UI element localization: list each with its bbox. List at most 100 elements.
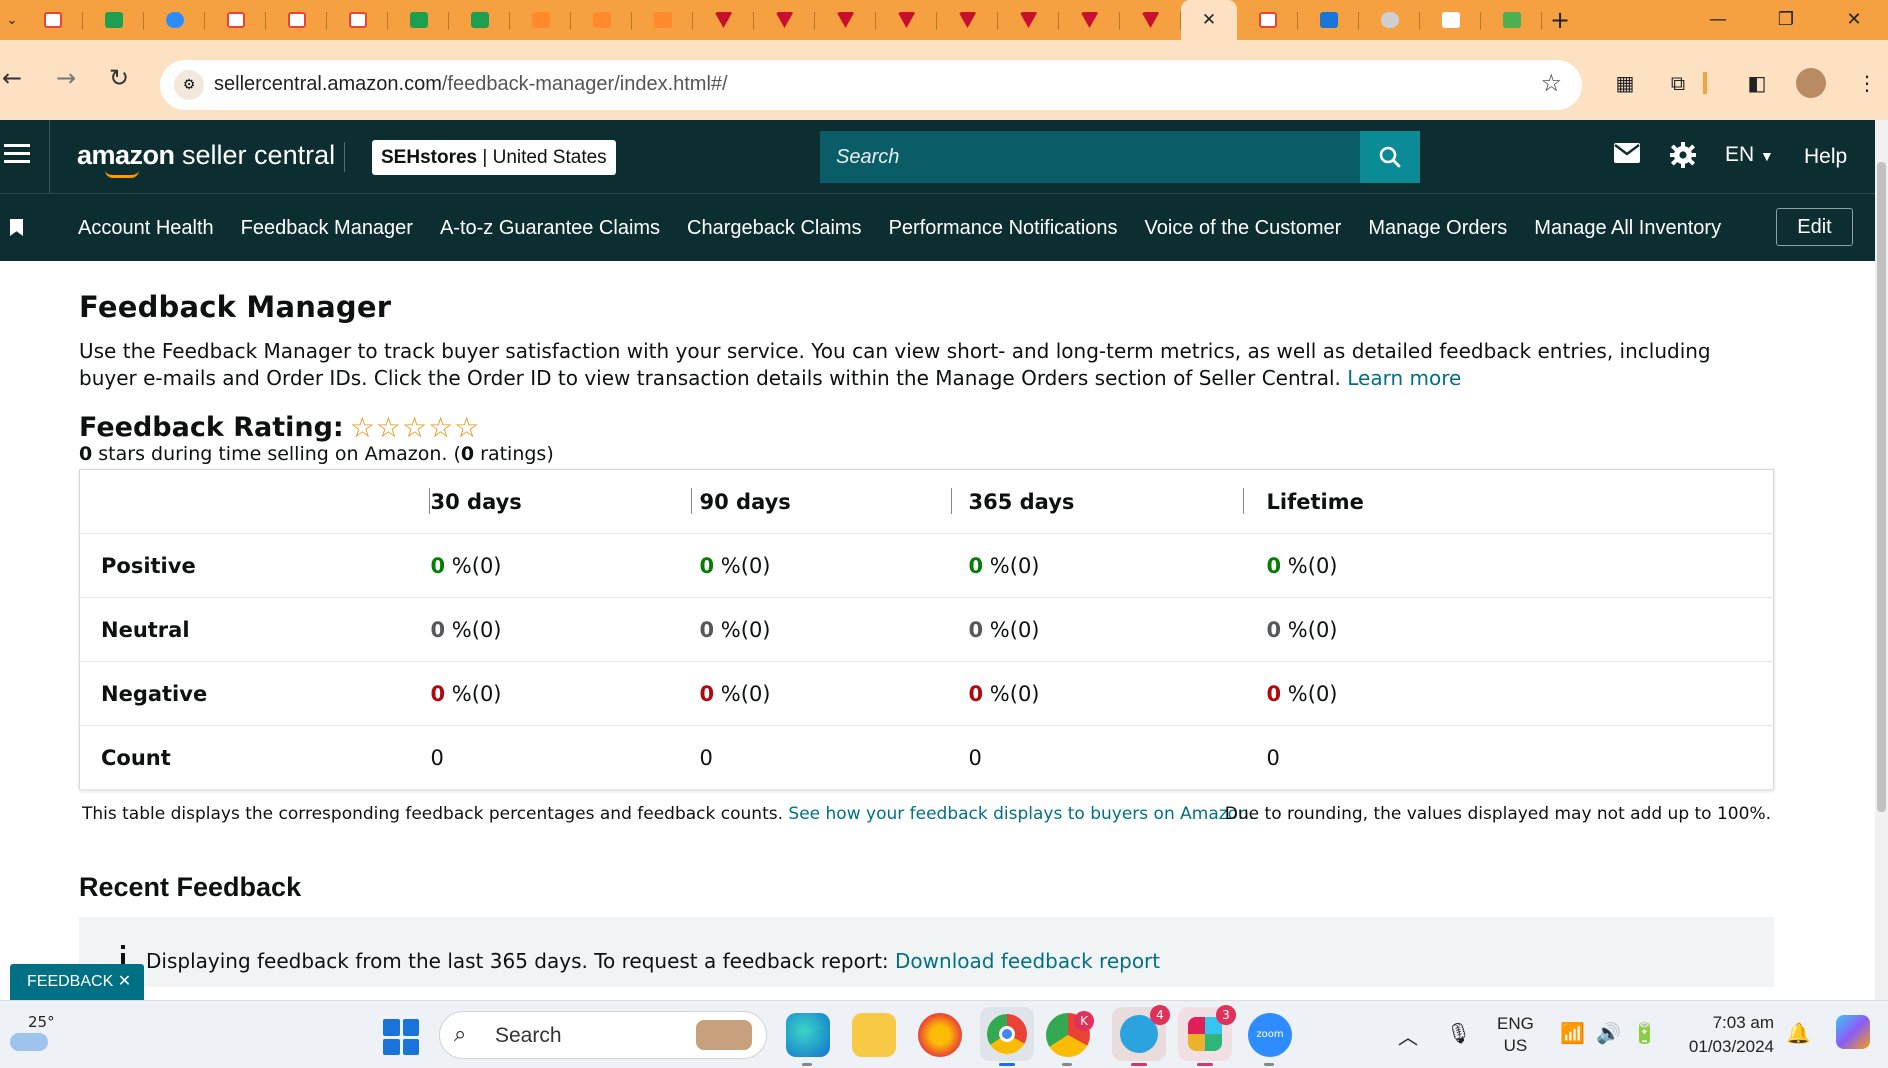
chrome-profile-icon[interactable]: K — [1046, 1011, 1094, 1066]
file-explorer-icon[interactable] — [852, 1013, 896, 1057]
url-text[interactable]: sellercentral.amazon.com/feedback-manage… — [214, 73, 728, 96]
wifi-icon[interactable]: 📶 — [1560, 1021, 1585, 1045]
copilot-icon[interactable] — [1836, 1015, 1870, 1049]
tab-search-chevron-icon[interactable]: ⌄ — [2, 13, 22, 28]
language-selector[interactable]: EN ▼ — [1725, 143, 1774, 167]
nav-link-voice-of-the-customer[interactable]: Voice of the Customer — [1145, 217, 1342, 240]
forward-icon[interactable]: → — [46, 58, 86, 98]
browser-tab-1[interactable] — [83, 0, 144, 40]
nav-link-chargeback-claims[interactable]: Chargeback Claims — [687, 217, 862, 240]
store-selector[interactable]: SEHstores | United States — [372, 140, 616, 175]
qr-code-icon[interactable]: ▦ — [1610, 68, 1640, 98]
help-link[interactable]: Help — [1804, 145, 1847, 169]
notification-bell-icon[interactable]: 🔔 — [1786, 1021, 1811, 1045]
reload-icon[interactable]: ↻ — [99, 58, 139, 98]
browser-tab-8[interactable] — [510, 0, 571, 40]
weather-widget[interactable]: 25° — [10, 1013, 55, 1055]
table-cell: 0 %(0) — [699, 597, 969, 662]
browser-toolbar: ← → ↻ ⚙ sellercentral.amazon.com/feedbac… — [0, 40, 1888, 120]
input-language[interactable]: ENG US — [1497, 1013, 1534, 1057]
browser-tab-after-1[interactable] — [1298, 0, 1359, 40]
browser-tab-0[interactable] — [22, 0, 83, 40]
browser-tab-3[interactable] — [205, 0, 266, 40]
extensions-puzzle-icon[interactable]: ⧉ — [1663, 68, 1693, 98]
browser-menu-icon[interactable]: ⋮ — [1852, 68, 1882, 98]
browser-tab-12[interactable] — [754, 0, 815, 40]
browser-tab-11[interactable] — [693, 0, 754, 40]
browser-tab-9[interactable] — [571, 0, 632, 40]
address-bar[interactable]: ⚙ sellercentral.amazon.com/feedback-mana… — [160, 60, 1582, 110]
bookmark-icon[interactable] — [10, 219, 23, 236]
new-tab-button[interactable]: + — [1542, 0, 1578, 40]
volume-icon[interactable]: 🔊 — [1596, 1021, 1621, 1045]
download-feedback-report-link[interactable]: Download feedback report — [895, 949, 1160, 973]
close-tab-icon[interactable]: ✕ — [1202, 10, 1216, 30]
mail-icon[interactable] — [1613, 141, 1641, 171]
seller-central-nav: Account Health Feedback Manager A-to-z Gua… — [0, 193, 1875, 261]
brave-icon[interactable] — [918, 1013, 962, 1057]
edit-nav-button[interactable]: Edit — [1776, 208, 1853, 246]
active-tab[interactable]: ✕ — [1181, 0, 1237, 40]
browser-tab-after-4[interactable] — [1481, 0, 1542, 40]
bookmark-star-icon[interactable]: ☆ — [1540, 69, 1562, 97]
chrome-icon-active[interactable] — [980, 1007, 1034, 1066]
nav-link-performance-notifications[interactable]: Performance Notifications — [889, 217, 1118, 240]
taskbar-clock[interactable]: 7:03 am 01/03/2024 — [1680, 1011, 1774, 1059]
browser-tab-13[interactable] — [815, 0, 876, 40]
microphone-icon[interactable]: 🎙 — [1446, 1021, 1471, 1045]
scrollbar-thumb[interactable] — [1877, 162, 1886, 812]
tri-favicon-icon — [775, 12, 794, 28]
page-scrollbar[interactable] — [1875, 120, 1888, 1000]
slack-icon[interactable]: 3 — [1178, 1005, 1236, 1066]
close-window-button[interactable]: ✕ — [1820, 0, 1888, 40]
browser-tab-7[interactable] — [449, 0, 510, 40]
browser-tab-after-2[interactable] — [1359, 0, 1420, 40]
edge-icon[interactable] — [786, 1013, 830, 1066]
minimize-button[interactable]: — — [1684, 0, 1752, 40]
show-hidden-icons-chevron-icon[interactable]: ︿ — [1398, 1021, 1418, 1050]
learn-more-link[interactable]: Learn more — [1347, 366, 1461, 390]
nav-link-a-to-z-guarantee-claims[interactable]: A-to-z Guarantee Claims — [440, 217, 660, 240]
windows-start-icon[interactable] — [383, 1019, 419, 1055]
browser-tab-4[interactable] — [266, 0, 327, 40]
nav-link-manage-all-inventory[interactable]: Manage All Inventory — [1534, 217, 1721, 240]
pencil-favicon-icon — [592, 12, 611, 28]
menu-hamburger-icon[interactable] — [4, 144, 30, 168]
feedback-widget-button[interactable]: FEEDBACK ✕ — [10, 964, 144, 1000]
taskbar-search[interactable]: ⌕ Search — [439, 1011, 767, 1059]
zoom-icon[interactable]: zoom — [1248, 1013, 1292, 1066]
nav-link-account-health[interactable]: Account Health — [78, 217, 214, 240]
browser-tab-16[interactable] — [998, 0, 1059, 40]
page-title: Feedback Manager — [79, 290, 392, 324]
see-feedback-display-link[interactable]: See how your feedback displays to buyers… — [788, 804, 1254, 824]
browser-tab-after-0[interactable] — [1237, 0, 1298, 40]
battery-icon[interactable]: 🔋 — [1632, 1021, 1657, 1045]
rounding-note: Due to rounding, the values displayed ma… — [1224, 804, 1771, 824]
profile-avatar[interactable] — [1796, 68, 1826, 98]
clock-time: 7:03 am — [1712, 1013, 1774, 1032]
site-info-icon[interactable]: ⚙ — [174, 70, 204, 100]
browser-tab-10[interactable] — [632, 0, 693, 40]
telegram-icon[interactable]: 4 — [1112, 1005, 1170, 1066]
browser-tab-14[interactable] — [876, 0, 937, 40]
browser-tab-after-3[interactable] — [1420, 0, 1481, 40]
logo-seller-central: seller central — [174, 140, 336, 170]
browser-tab-6[interactable] — [388, 0, 449, 40]
browser-tab-2[interactable] — [144, 0, 205, 40]
browser-tab-17[interactable] — [1059, 0, 1120, 40]
browser-tab-5[interactable] — [327, 0, 388, 40]
amazon-seller-central-logo[interactable]: amazon seller central — [77, 140, 336, 178]
search-button[interactable] — [1360, 131, 1420, 183]
restore-button[interactable]: ❐ — [1752, 0, 1820, 40]
back-icon[interactable]: ← — [0, 58, 32, 98]
search-icon: ⌕ — [454, 1022, 467, 1047]
nav-links: Account Health Feedback Manager A-to-z Gua… — [78, 194, 1748, 262]
nav-link-manage-orders[interactable]: Manage Orders — [1368, 217, 1507, 240]
side-panel-icon[interactable]: ◧ — [1742, 68, 1772, 98]
browser-tab-18[interactable] — [1120, 0, 1181, 40]
search-input[interactable] — [820, 131, 1360, 183]
nav-link-feedback-manager[interactable]: Feedback Manager — [241, 217, 413, 240]
settings-gear-icon[interactable] — [1669, 141, 1697, 176]
cell-count: 0 — [430, 745, 444, 770]
browser-tab-15[interactable] — [937, 0, 998, 40]
